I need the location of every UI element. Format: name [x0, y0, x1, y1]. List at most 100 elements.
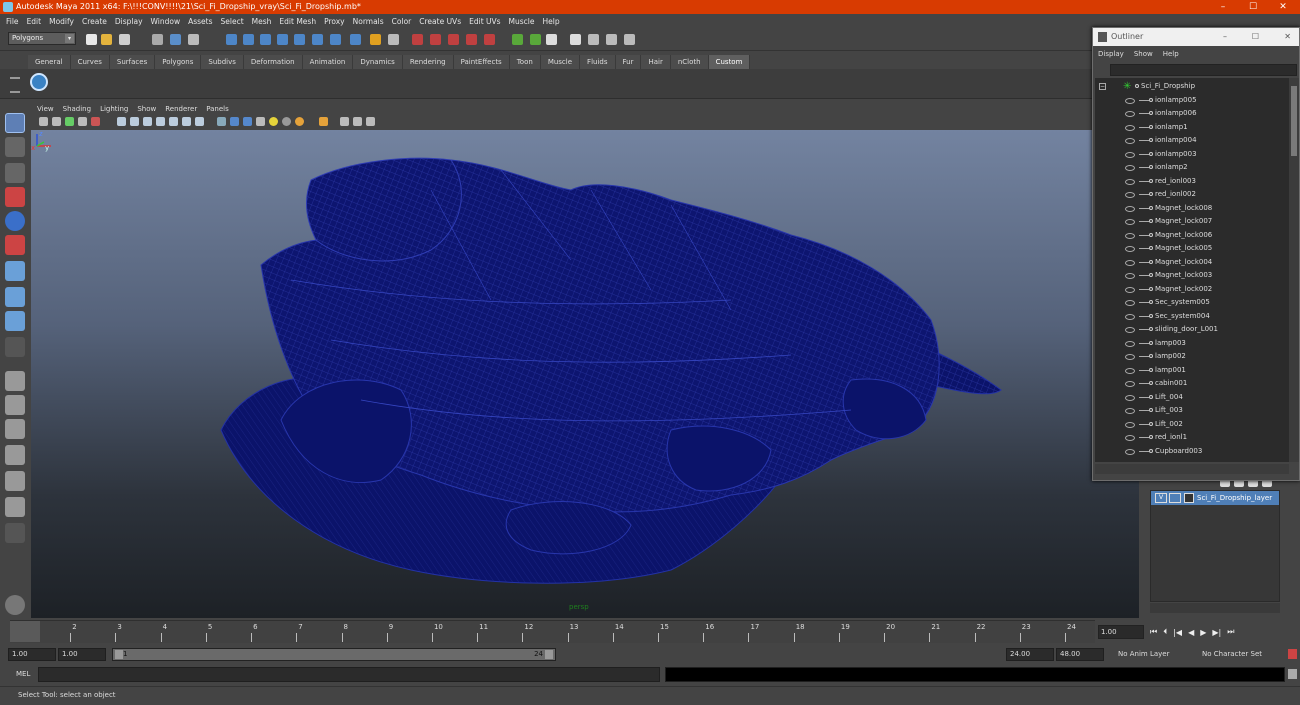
xray-icon[interactable] — [340, 117, 349, 126]
mel-command-input[interactable] — [38, 667, 660, 682]
current-frame-marker[interactable] — [10, 621, 40, 642]
maximize-button[interactable]: ☐ — [1238, 0, 1268, 14]
wireframe-icon[interactable] — [217, 117, 226, 126]
snap-view-plane-icon[interactable] — [277, 34, 288, 45]
layer-display-type-toggle[interactable] — [1169, 493, 1181, 503]
menu-create-uvs[interactable]: Create UVs — [419, 17, 461, 26]
film-gate-icon[interactable] — [117, 117, 126, 126]
channel-box-toggle-icon[interactable] — [512, 34, 523, 45]
menu-select[interactable]: Select — [221, 17, 244, 26]
soft-mod-tool-icon[interactable] — [5, 287, 25, 307]
time-slider[interactable]: 123456789101112131415161718192021222324 — [10, 620, 1095, 643]
menu-assets[interactable]: Assets — [188, 17, 212, 26]
menu-mesh[interactable]: Mesh — [252, 17, 272, 26]
shelf-tab-custom[interactable]: Custom — [708, 55, 751, 69]
selection-mask-icon[interactable] — [388, 34, 399, 45]
outliner-menu-help[interactable]: Help — [1163, 46, 1179, 62]
manipulator-tool-icon[interactable] — [5, 261, 25, 281]
playback-end-field[interactable]: 24.00 — [1006, 648, 1054, 661]
inputs-icon[interactable] — [330, 34, 341, 45]
shelf-tab-painteffects[interactable]: PaintEffects — [453, 55, 510, 69]
shelf-tab-animation[interactable]: Animation — [302, 55, 354, 69]
menu-muscle[interactable]: Muscle — [509, 17, 535, 26]
close-button[interactable]: ✕ — [1268, 0, 1298, 14]
shadows-icon[interactable] — [295, 117, 304, 126]
custom-shelf-tool-icon[interactable] — [30, 73, 48, 91]
paint-select-tool-icon[interactable] — [5, 163, 25, 183]
layout-outliner-pane-icon[interactable] — [5, 419, 25, 439]
grid-toggle-icon[interactable] — [91, 117, 100, 126]
rotate-tool-icon[interactable] — [5, 211, 25, 231]
anim-layer-selector[interactable]: No Anim Layer — [1106, 648, 1186, 661]
textured-icon[interactable] — [256, 117, 265, 126]
range-end-handle[interactable] — [545, 650, 553, 659]
shelf-tab-deformation[interactable]: Deformation — [243, 55, 303, 69]
layout-single-icon[interactable] — [570, 34, 581, 45]
perspective-viewport[interactable]: persp x y z — [31, 130, 1139, 618]
history-icon[interactable] — [312, 34, 323, 45]
all-lights-icon[interactable] — [282, 117, 291, 126]
script-editor-icon-small[interactable] — [1288, 669, 1297, 679]
new-scene-icon[interactable] — [86, 34, 97, 45]
layer-visibility-toggle[interactable]: V — [1155, 493, 1167, 503]
render-view-icon[interactable] — [484, 34, 495, 45]
play-forward-icon[interactable]: ▶ — [1200, 628, 1206, 637]
layer-color-swatch[interactable] — [1184, 493, 1194, 503]
shelf-tab-surfaces[interactable]: Surfaces — [109, 55, 156, 69]
layout-custom-pane-icon[interactable] — [5, 497, 25, 517]
camera-select-icon[interactable] — [39, 117, 48, 126]
script-editor-icon[interactable] — [5, 595, 25, 615]
shelf-tab-fur[interactable]: Fur — [615, 55, 642, 69]
shelf-tab-polygons[interactable]: Polygons — [155, 55, 202, 69]
layout-hypershade-pane-icon[interactable] — [5, 471, 25, 491]
shelf-tab-muscle[interactable]: Muscle — [540, 55, 581, 69]
resolution-gate-icon[interactable] — [130, 117, 139, 126]
outliner-menu-show[interactable]: Show — [1134, 46, 1153, 62]
menu-normals[interactable]: Normals — [353, 17, 384, 26]
menu-edit-uvs[interactable]: Edit UVs — [469, 17, 500, 26]
go-to-end-icon[interactable]: ⏭ — [1227, 627, 1234, 637]
viewport-menu-show[interactable]: Show — [137, 103, 156, 115]
menu-display[interactable]: Display — [115, 17, 143, 26]
save-scene-icon[interactable] — [119, 34, 130, 45]
layout-single-pane-icon[interactable] — [5, 371, 25, 391]
viewport-menu-panels[interactable]: Panels — [206, 103, 229, 115]
safe-title-icon[interactable] — [182, 117, 191, 126]
step-back-frame-icon[interactable]: ⏴ — [1163, 627, 1167, 637]
xray-joints-icon[interactable] — [353, 117, 362, 126]
current-time-field[interactable]: 1.00 — [1098, 625, 1144, 639]
menu-help[interactable]: Help — [543, 17, 560, 26]
animation-start-field[interactable]: 1.00 — [8, 648, 56, 661]
gate-mask-icon[interactable] — [143, 117, 152, 126]
render-settings-icon[interactable] — [448, 34, 459, 45]
character-set-selector[interactable]: No Character Set — [1190, 648, 1272, 661]
shelf-tab-hair[interactable]: Hair — [641, 55, 671, 69]
hud-toggle-icon[interactable] — [195, 117, 204, 126]
bookmark-icon[interactable] — [65, 117, 74, 126]
snap-curve-icon[interactable] — [243, 34, 254, 45]
open-scene-icon[interactable] — [101, 34, 112, 45]
go-to-start-icon[interactable]: ⏮ — [1150, 627, 1157, 637]
layout-graph-pane-icon[interactable] — [5, 445, 25, 465]
outliner-horizontal-scrollbar[interactable] — [1095, 464, 1289, 474]
default-light-icon[interactable] — [269, 117, 278, 126]
render-frame-icon[interactable] — [412, 34, 423, 45]
tool-settings-toggle-icon[interactable] — [546, 34, 557, 45]
field-chart-icon[interactable] — [156, 117, 165, 126]
step-forward-key-icon[interactable]: ▶| — [1212, 628, 1221, 637]
collapse-toggle-icon[interactable]: − — [1099, 83, 1106, 90]
snap-point-icon[interactable] — [260, 34, 271, 45]
menu-edit-mesh[interactable]: Edit Mesh — [279, 17, 316, 26]
layer-horizontal-scrollbar[interactable] — [1150, 603, 1280, 613]
select-component-icon[interactable] — [188, 34, 199, 45]
step-back-key-icon[interactable]: |◀ — [1173, 628, 1182, 637]
smooth-shade-icon[interactable] — [230, 117, 239, 126]
menu-set-selector[interactable]: Polygons ▾ — [8, 32, 76, 45]
menu-file[interactable]: File — [6, 17, 19, 26]
help-query-icon[interactable] — [350, 34, 361, 45]
command-language-label[interactable]: MEL — [16, 670, 30, 678]
shelf-tab-curves[interactable]: Curves — [70, 55, 110, 69]
outliner-maximize-button[interactable]: ☐ — [1252, 28, 1259, 46]
menu-modify[interactable]: Modify — [49, 17, 74, 26]
shelf-tab-subdivs[interactable]: Subdivs — [201, 55, 244, 69]
